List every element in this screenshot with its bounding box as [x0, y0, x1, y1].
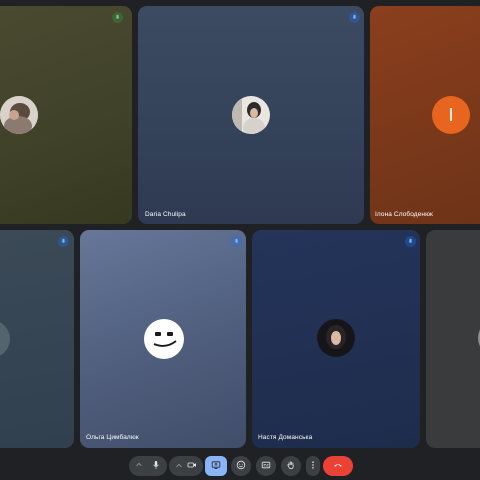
participant-tile[interactable]: Ольга Цимбалюк	[80, 230, 246, 448]
participant-avatar: І	[432, 96, 470, 134]
mic-active-icon	[349, 12, 360, 23]
participant-tile[interactable]	[0, 6, 132, 224]
participant-avatar	[0, 96, 38, 134]
camera-control-group	[169, 456, 203, 476]
more-options-button[interactable]	[306, 456, 320, 476]
participant-avatar	[317, 319, 355, 357]
mic-active-icon	[231, 236, 242, 247]
audio-settings-chevron-icon[interactable]	[135, 461, 143, 471]
participant-name: Daria Chulipa	[145, 211, 186, 218]
hand-icon	[286, 457, 296, 475]
participant-tile[interactable]: Daria Chulipa	[138, 6, 364, 224]
captions-icon	[261, 457, 271, 475]
raise-hand-button[interactable]	[281, 456, 301, 476]
mic-active-icon	[112, 12, 123, 23]
videocam-icon[interactable]	[187, 457, 197, 475]
participant-tile[interactable]	[0, 230, 74, 448]
emoji-icon	[236, 457, 246, 475]
participant-avatar	[0, 320, 10, 358]
participant-name: Настя Доманська	[258, 434, 313, 441]
avatar-initial: І	[448, 104, 454, 125]
mic-active-icon	[405, 236, 416, 247]
video-settings-chevron-icon[interactable]	[175, 457, 183, 475]
mic-active-icon	[58, 236, 69, 247]
participant-tile[interactable]	[426, 230, 480, 448]
participant-tile[interactable]: Настя Доманська	[252, 230, 420, 448]
participant-avatar	[232, 96, 270, 134]
captions-button[interactable]	[256, 456, 276, 476]
present-screen-button[interactable]	[205, 456, 227, 476]
present-screen-icon	[211, 457, 221, 475]
participant-tile[interactable]: І Ілона Слободенюк	[370, 6, 480, 224]
participant-name: Ілона Слободенюк	[375, 211, 433, 218]
leave-call-button[interactable]	[323, 456, 353, 476]
call-controls-toolbar	[0, 452, 480, 480]
mic-control-group	[129, 456, 167, 476]
participant-avatar	[144, 319, 184, 359]
mic-icon[interactable]	[151, 457, 161, 475]
more-vert-icon	[308, 457, 318, 475]
participant-name: Ольга Цимбалюк	[86, 434, 139, 441]
call-end-icon	[333, 457, 343, 475]
reactions-button[interactable]	[231, 456, 251, 476]
